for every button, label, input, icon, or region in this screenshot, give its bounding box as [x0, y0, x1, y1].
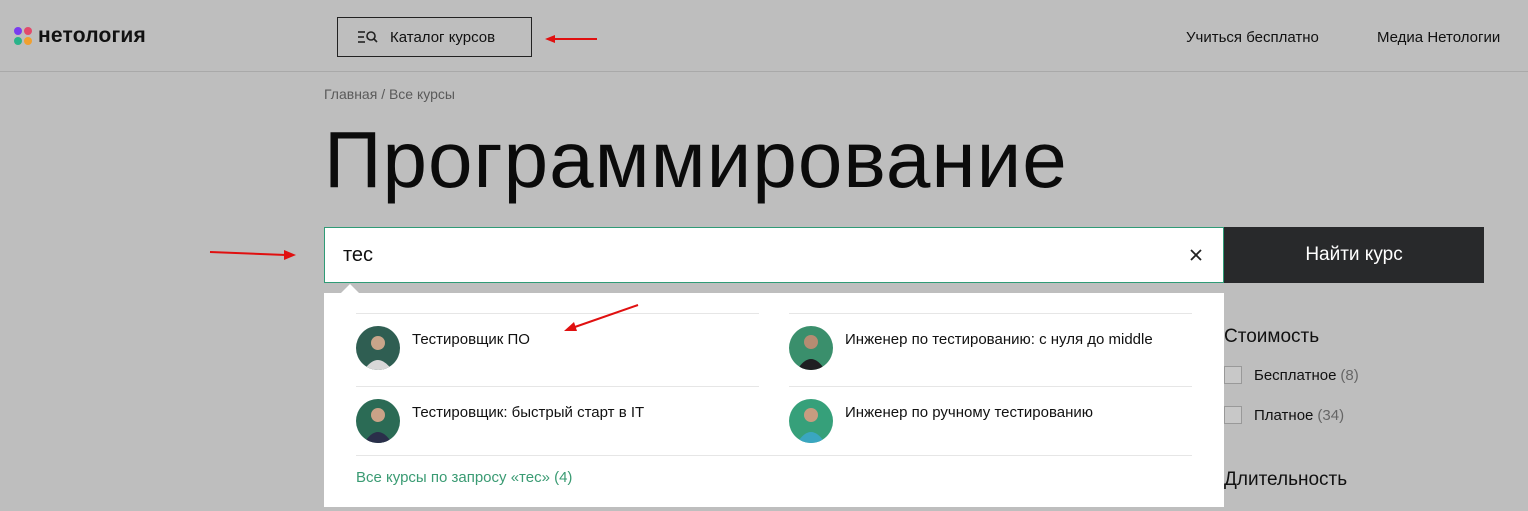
- logo[interactable]: нетология: [14, 22, 146, 50]
- filter-heading-cost: Стоимость: [1224, 326, 1320, 347]
- person-avatar-icon: [789, 326, 833, 370]
- filter-option-count: (34): [1317, 406, 1345, 424]
- person-avatar-icon: [789, 399, 833, 443]
- search-suggestions-dropdown: Тестировщик ПО Инженер по тестированию: …: [324, 293, 1224, 507]
- breadcrumb-separator: /: [381, 86, 386, 102]
- divider: [356, 455, 1192, 456]
- catalog-button-label: Каталог курсов: [390, 28, 496, 46]
- filter-heading-duration: Длительность: [1224, 469, 1348, 490]
- breadcrumb-home[interactable]: Главная: [324, 86, 377, 102]
- breadcrumb: Главная / Все курсы: [324, 86, 455, 102]
- catalog-button[interactable]: Каталог курсов: [337, 17, 532, 57]
- breadcrumb-current[interactable]: Все курсы: [389, 86, 455, 102]
- search-box: [324, 227, 1224, 283]
- checkbox[interactable]: [1224, 366, 1242, 384]
- suggestion-item[interactable]: Инженер по тестированию: с нуля до middl…: [789, 313, 1192, 387]
- suggestion-item[interactable]: Тестировщик: быстрый старт в IT: [356, 386, 759, 456]
- filter-option-free[interactable]: Бесплатное (8): [1224, 366, 1359, 384]
- filter-option-paid[interactable]: Платное (34): [1224, 406, 1344, 424]
- catalog-search-icon: [358, 31, 378, 43]
- person-avatar-icon: [356, 399, 400, 443]
- logo-icon: [14, 27, 32, 45]
- filter-option-label: Платное: [1254, 406, 1314, 424]
- filter-option-count: (8): [1340, 366, 1359, 384]
- clear-search-icon[interactable]: [1187, 246, 1205, 264]
- site-header: нетология Каталог курсов Учиться бесплат…: [0, 0, 1528, 72]
- annotation-arrow-search: [209, 250, 296, 260]
- search-input[interactable]: [343, 238, 1163, 272]
- all-results-link[interactable]: Все курсы по запросу «тес» (4): [356, 469, 572, 486]
- annotation-arrow-catalog: [545, 35, 597, 43]
- nav-link-learn-free[interactable]: Учиться бесплатно: [1186, 29, 1319, 46]
- person-avatar-icon: [356, 326, 400, 370]
- suggestion-title: Инженер по тестированию: с нуля до middl…: [845, 331, 1153, 348]
- annotation-arrow-suggestion: [564, 304, 639, 331]
- logo-text: нетология: [38, 24, 146, 47]
- nav-link-media[interactable]: Медиа Нетологии: [1377, 29, 1500, 46]
- suggestion-item[interactable]: Инженер по ручному тестированию: [789, 386, 1192, 456]
- page-title: Программирование: [324, 115, 1068, 204]
- checkbox[interactable]: [1224, 406, 1242, 424]
- suggestion-title: Инженер по ручному тестированию: [845, 404, 1094, 421]
- suggestion-item[interactable]: Тестировщик ПО: [356, 313, 759, 387]
- find-course-button[interactable]: Найти курс: [1224, 227, 1484, 283]
- suggestion-title: Тестировщик: быстрый старт в IT: [412, 404, 645, 421]
- filter-option-label: Бесплатное: [1254, 366, 1337, 384]
